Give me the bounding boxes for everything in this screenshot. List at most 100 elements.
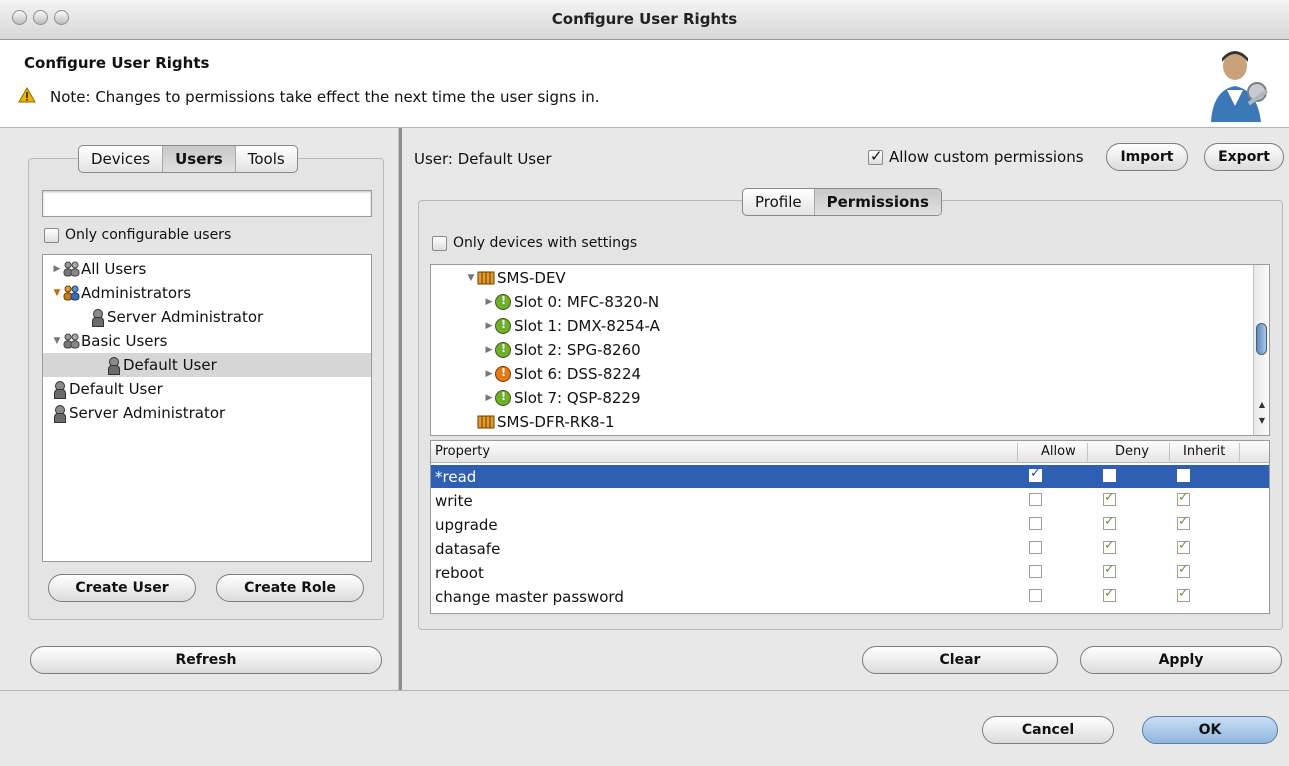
tree-item-basic-users[interactable]: ▼ Basic Users: [43, 329, 371, 353]
user-icon: [107, 357, 120, 375]
device-label: Slot 2: SPG-8260: [514, 341, 641, 359]
device-row-slot-6[interactable]: ▶ Slot 6: DSS-8224: [483, 362, 642, 386]
deny-checkbox[interactable]: [1103, 538, 1116, 554]
inherit-checkbox[interactable]: [1177, 562, 1190, 578]
status-ok-icon: [495, 294, 511, 310]
device-label: Slot 0: MFC-8320-N: [514, 293, 660, 311]
column-header-inherit[interactable]: Inherit: [1183, 444, 1225, 459]
user-group-icon: [63, 261, 80, 277]
allow-checkbox[interactable]: [1029, 466, 1042, 482]
only-devices-with-settings-option[interactable]: Only devices with settings: [432, 235, 637, 251]
dialog-title: Configure User Rights: [24, 54, 210, 72]
export-button[interactable]: Export: [1204, 143, 1284, 171]
disclosure-expanded-icon[interactable]: ▼: [465, 273, 477, 283]
device-row-slot-1[interactable]: ▶ Slot 1: DMX-8254-A: [483, 314, 660, 338]
disclosure-collapsed-icon[interactable]: ▶: [483, 345, 495, 355]
table-row[interactable]: upgrade: [431, 513, 1269, 536]
scroll-up-arrow-icon[interactable]: ▲: [1254, 399, 1269, 411]
allow-checkbox[interactable]: [1029, 493, 1042, 506]
tree-item-label: Server Administrator: [69, 404, 226, 422]
device-row-slot-2[interactable]: ▶ Slot 2: SPG-8260: [483, 338, 641, 362]
disclosure-collapsed-icon[interactable]: ▶: [483, 369, 495, 379]
device-row-sms-dev[interactable]: ▼ SMS-DEV: [465, 266, 566, 290]
permissions-note: Note: Changes to permissions take effect…: [50, 88, 600, 106]
device-label: SMS-DEV: [497, 269, 566, 287]
column-header-allow[interactable]: Allow: [1041, 444, 1076, 459]
allow-checkbox[interactable]: [1029, 517, 1042, 530]
selected-user-label: User: Default User: [414, 150, 552, 168]
only-configurable-users-checkbox[interactable]: [44, 227, 59, 243]
column-header-deny[interactable]: Deny: [1115, 444, 1149, 459]
tree-item-default-user-selected[interactable]: Default User: [43, 353, 371, 377]
tab-tools[interactable]: Tools: [236, 146, 297, 172]
user-group-icon: [63, 333, 80, 349]
device-tree-scrollbar[interactable]: ▲ ▼: [1253, 265, 1269, 435]
allow-custom-permissions-checkbox[interactable]: [868, 147, 883, 165]
scroll-down-arrow-icon[interactable]: ▼: [1254, 415, 1269, 427]
table-row[interactable]: change master password: [431, 585, 1269, 608]
scrollbar-thumb[interactable]: [1256, 323, 1267, 355]
allow-checkbox[interactable]: [1029, 541, 1042, 554]
create-user-button[interactable]: Create User: [48, 574, 196, 602]
apply-button[interactable]: Apply: [1080, 646, 1282, 674]
device-tree[interactable]: ▼ SMS-DEV ▶ Slot 0: MFC-8320-N ▶ Slot 1:…: [430, 264, 1270, 436]
only-configurable-users-option[interactable]: Only configurable users: [44, 227, 231, 243]
refresh-button[interactable]: Refresh: [30, 646, 382, 674]
user-filter-input[interactable]: [42, 190, 372, 217]
tree-item-default-user[interactable]: Default User: [43, 377, 371, 401]
inherit-checkbox[interactable]: [1177, 538, 1190, 554]
pane-splitter[interactable]: [398, 128, 402, 690]
deny-checkbox[interactable]: [1103, 562, 1116, 578]
status-warning-icon: [495, 366, 511, 382]
tree-item-label: All Users: [81, 260, 147, 278]
allow-custom-permissions-label: Allow custom permissions: [889, 148, 1084, 166]
inherit-checkbox[interactable]: [1177, 490, 1190, 506]
title-bar: Configure User Rights: [0, 0, 1289, 40]
left-tab-bar: Devices Users Tools: [78, 145, 298, 173]
create-role-button[interactable]: Create Role: [216, 574, 364, 602]
inherit-checkbox[interactable]: [1177, 586, 1190, 602]
table-row[interactable]: *read: [431, 465, 1269, 488]
tree-item-administrators[interactable]: ▼ Administrators: [43, 281, 371, 305]
disclosure-expanded-icon[interactable]: ▼: [51, 336, 63, 346]
only-devices-with-settings-label: Only devices with settings: [453, 235, 638, 251]
tab-profile[interactable]: Profile: [743, 189, 815, 215]
deny-checkbox[interactable]: [1103, 490, 1116, 506]
tab-users[interactable]: Users: [163, 146, 236, 172]
disclosure-collapsed-icon[interactable]: ▶: [483, 393, 495, 403]
device-row-slot-0[interactable]: ▶ Slot 0: MFC-8320-N: [483, 290, 660, 314]
allow-checkbox[interactable]: [1029, 589, 1042, 602]
column-header-property[interactable]: Property: [435, 444, 490, 459]
inherit-checkbox[interactable]: [1177, 514, 1190, 530]
inherit-checkbox[interactable]: [1177, 469, 1190, 482]
tree-item-all-users[interactable]: ▶ All Users: [43, 257, 371, 281]
only-devices-with-settings-checkbox[interactable]: [432, 235, 447, 251]
tab-permissions[interactable]: Permissions: [814, 189, 941, 215]
ok-button[interactable]: OK: [1142, 716, 1278, 744]
deny-checkbox[interactable]: [1103, 469, 1116, 482]
deny-checkbox[interactable]: [1103, 514, 1116, 530]
allow-checkbox[interactable]: [1029, 565, 1042, 578]
users-tree[interactable]: ▶ All Users ▼ Administrators Server Admi…: [42, 254, 372, 562]
disclosure-collapsed-icon[interactable]: ▶: [483, 321, 495, 331]
disclosure-collapsed-icon[interactable]: ▶: [483, 297, 495, 307]
device-row-slot-7[interactable]: ▶ Slot 7: QSP-8229: [483, 386, 641, 410]
tree-item-server-administrator-root[interactable]: Server Administrator: [43, 401, 371, 425]
cancel-button[interactable]: Cancel: [982, 716, 1114, 744]
tree-item-label: Default User: [69, 380, 163, 398]
disclosure-collapsed-icon[interactable]: ▶: [51, 264, 63, 274]
property-name: change master password: [435, 588, 624, 606]
table-row[interactable]: datasafe: [431, 537, 1269, 560]
table-row[interactable]: write: [431, 489, 1269, 512]
deny-checkbox[interactable]: [1103, 586, 1116, 602]
table-row[interactable]: reboot: [431, 561, 1269, 584]
tab-devices[interactable]: Devices: [79, 146, 164, 172]
tree-item-server-administrator[interactable]: Server Administrator: [43, 305, 371, 329]
clear-button[interactable]: Clear: [862, 646, 1058, 674]
permissions-table[interactable]: Property Allow Deny Inherit *read write …: [430, 440, 1270, 614]
device-row-sms-dfr-rk8-1[interactable]: SMS-DFR-RK8-1: [477, 410, 615, 434]
import-button[interactable]: Import: [1106, 143, 1188, 171]
allow-custom-permissions-option[interactable]: Allow custom permissions: [868, 147, 1084, 166]
user-keys-icon: [1211, 51, 1268, 122]
disclosure-expanded-icon[interactable]: ▼: [51, 288, 63, 298]
